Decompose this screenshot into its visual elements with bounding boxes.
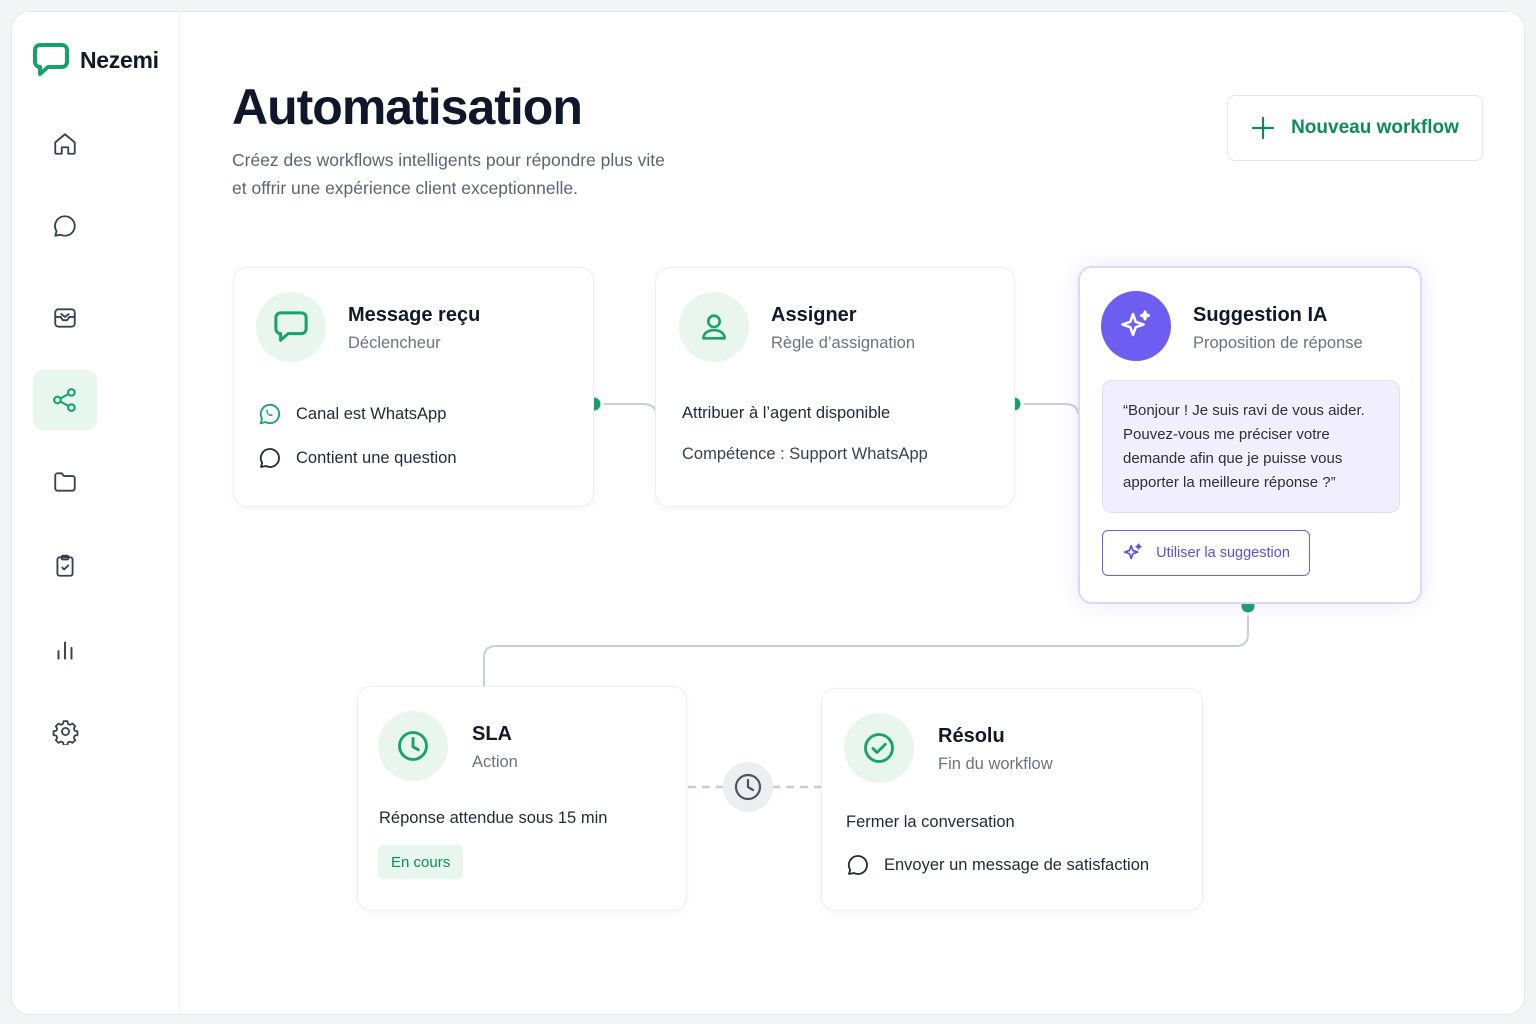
plus-icon <box>1251 116 1275 140</box>
sidebar-item-settings[interactable] <box>33 701 97 761</box>
trigger-subtitle: Déclencheur <box>348 334 441 352</box>
trigger-card[interactable]: Message reçu Déclencheur Canal est Whats… <box>233 267 594 507</box>
clock-icon <box>398 731 428 761</box>
resolved-icon-circle <box>844 713 914 783</box>
brand-name: Nezemi <box>80 46 159 73</box>
resolved-action-row: Envoyer un message de satisfaction <box>846 853 1149 877</box>
sidebar-item-files[interactable] <box>33 452 97 512</box>
sidebar-item-tasks[interactable] <box>33 536 97 596</box>
page-subtitle-line: et offrir une expérience client exceptio… <box>232 178 579 198</box>
sparkle-icon <box>1121 310 1151 337</box>
sla-card[interactable]: SLA Action Réponse attendue sous 15 min … <box>357 686 687 911</box>
clipboard-check-icon <box>56 554 74 577</box>
sidebar-item-home[interactable] <box>33 114 97 174</box>
whatsapp-icon <box>259 403 281 425</box>
sla-icon-circle <box>378 711 448 781</box>
user-icon <box>702 314 726 340</box>
ai-suggestion-card[interactable]: Suggestion IA Proposition de réponse “Bo… <box>1078 266 1422 604</box>
condition-row: Canal est WhatsApp <box>258 402 446 426</box>
resolved-card[interactable]: Résolu Fin du workflow Fermer la convers… <box>821 688 1203 911</box>
sla-title: SLA <box>472 723 512 745</box>
gear-icon <box>52 719 78 745</box>
assign-subtitle: Règle d’assignation <box>771 334 916 352</box>
new-workflow-label: Nouveau workflow <box>1291 117 1459 138</box>
logo-chat-icon <box>33 43 69 76</box>
workflow-share-icon <box>53 388 76 412</box>
page-title: Automatisation <box>232 79 583 135</box>
ai-icon-circle <box>1101 291 1171 361</box>
speech-bubble-icon <box>847 855 868 875</box>
ai-subtitle: Proposition de réponse <box>1193 334 1363 352</box>
check-circle-icon <box>864 733 894 763</box>
assign-title: Assigner <box>771 304 857 326</box>
condition-label: Contient une question <box>296 448 457 467</box>
status-badge: En cours <box>378 845 464 879</box>
logo[interactable]: Nezemi <box>32 42 159 78</box>
sidebar-item-inbox[interactable] <box>33 288 97 348</box>
page-subtitle: Créez des workflows intelligents pour ré… <box>232 146 752 202</box>
ai-title: Suggestion IA <box>1193 304 1328 326</box>
resolved-title: Résolu <box>938 725 1005 747</box>
new-workflow-button[interactable]: Nouveau workflow <box>1227 95 1483 161</box>
sidebar-item-automation[interactable] <box>33 370 97 430</box>
condition-label: Canal est WhatsApp <box>296 404 447 423</box>
assign-skill: Compétence : Support WhatsApp <box>682 445 928 463</box>
assign-card[interactable]: Assigner Règle d’assignation Attribuer à… <box>655 267 1015 507</box>
resolved-close: Fermer la conversation <box>846 813 1015 831</box>
sidebar-item-analytics[interactable] <box>33 620 97 680</box>
use-suggestion-label: Utiliser la suggestion <box>1156 545 1290 561</box>
assign-icon-circle <box>679 292 749 362</box>
bar-chart-icon <box>57 641 73 660</box>
sla-subtitle: Action <box>472 753 518 771</box>
sidebar: Nezemi <box>12 12 180 1014</box>
resolved-satisfaction: Envoyer un message de satisfaction <box>884 855 1150 874</box>
speech-bubble-icon <box>259 448 280 468</box>
message-icon <box>274 311 308 342</box>
sla-target: Réponse attendue sous 15 min <box>379 809 608 827</box>
condition-row: Contient une question <box>258 446 457 470</box>
assign-rule: Attribuer à l’agent disponible <box>682 404 891 422</box>
folder-icon <box>54 472 76 492</box>
sparkle-icon <box>1124 543 1142 560</box>
sidebar-item-conversations[interactable] <box>33 196 97 256</box>
inbox-icon <box>54 308 76 328</box>
ai-suggestion-quote: “Bonjour ! Je suis ravi de vous aider. P… <box>1102 380 1400 513</box>
home-icon <box>54 133 76 155</box>
trigger-title: Message reçu <box>348 304 481 326</box>
page-subtitle-line: Créez des workflows intelligents pour ré… <box>232 150 665 170</box>
trigger-icon-circle <box>256 292 326 362</box>
use-suggestion-button[interactable]: Utiliser la suggestion <box>1102 530 1310 576</box>
app-window: Nezemi Automatisation Créez des workflow… <box>11 11 1525 1015</box>
main-content: Automatisation Créez des workflows intel… <box>180 12 1524 1014</box>
chat-icon <box>54 215 76 237</box>
resolved-subtitle: Fin du workflow <box>938 755 1053 773</box>
